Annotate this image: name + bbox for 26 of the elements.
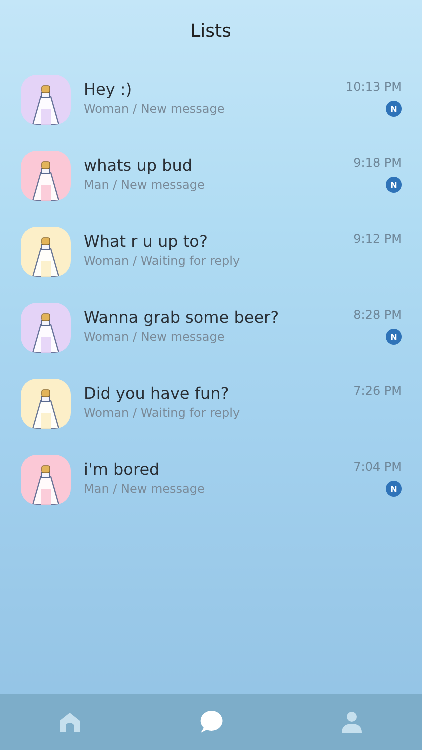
new-badge: N [386, 101, 402, 117]
message-title: Did you have fun? [84, 384, 230, 403]
message-title: whats up bud [84, 156, 194, 175]
profile-icon [341, 711, 363, 733]
message-status: Woman / Waiting for reply [84, 254, 242, 268]
new-badge: N [386, 177, 402, 193]
message-time: 9:12 PM [354, 232, 402, 246]
message-time: 8:28 PM [354, 308, 402, 322]
message-time: 9:18 PM [354, 156, 402, 170]
message-title: Wanna grab some beer? [84, 308, 280, 327]
message-title: Hey :) [84, 80, 134, 99]
message-title: i'm bored [84, 460, 161, 479]
chat-icon [199, 710, 223, 734]
message-time: 10:13 PM [346, 80, 402, 94]
message-time: 7:04 PM [354, 460, 402, 474]
message-time: 7:26 PM [354, 384, 402, 398]
new-badge: N [386, 481, 402, 497]
home-icon [59, 711, 81, 733]
message-status: Woman / New message [84, 330, 226, 344]
page-title: Lists [190, 20, 232, 42]
message-status: Woman / New message [84, 102, 226, 116]
message-title: What r u up to? [84, 232, 209, 251]
message-status: Man / New message [84, 482, 206, 496]
message-status: Man / New message [84, 178, 206, 192]
new-badge: N [386, 329, 402, 345]
message-status: Woman / Waiting for reply [84, 406, 242, 420]
